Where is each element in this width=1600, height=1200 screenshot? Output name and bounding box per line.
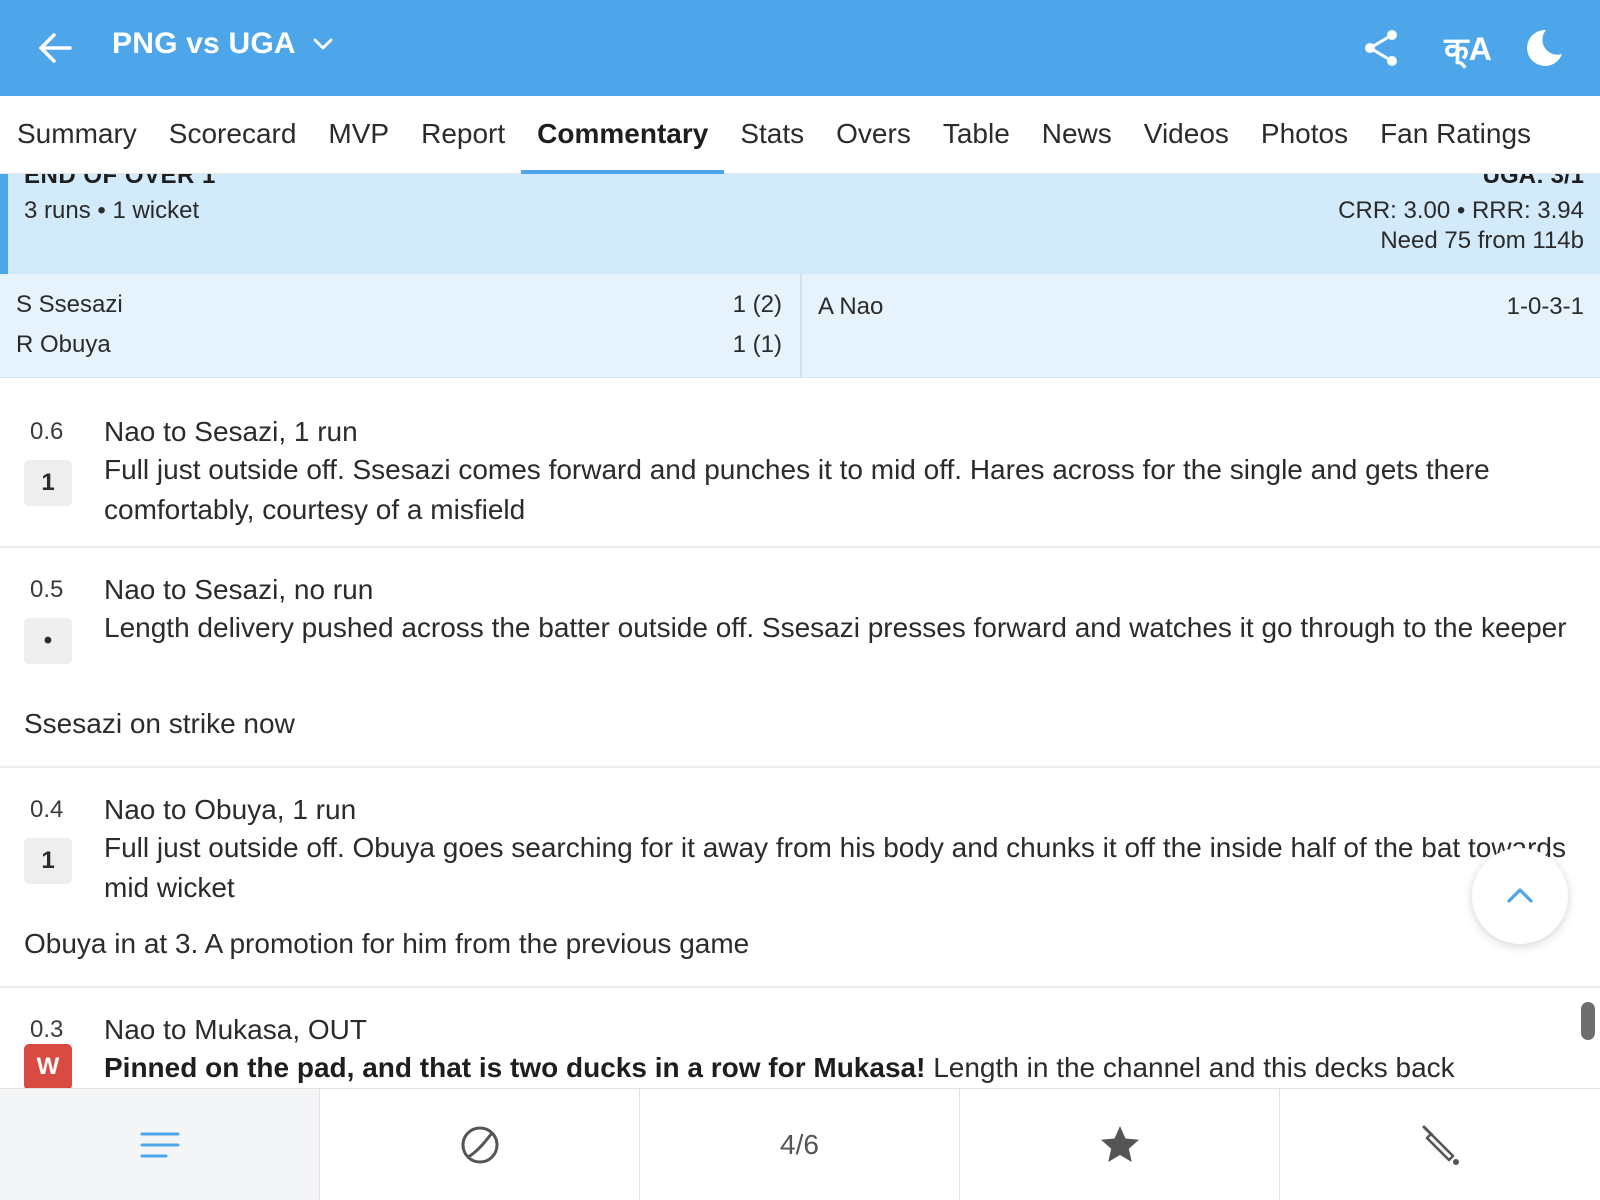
tab-scorecard[interactable]: Scorecard: [153, 96, 313, 174]
menu-button[interactable]: [0, 1089, 320, 1200]
target-need: Need 75 from 114b: [1380, 227, 1584, 254]
commentary-headline: Nao to Mukasa, OUT: [104, 1014, 367, 1045]
ball-result-badge: •: [24, 618, 72, 664]
tab-overs[interactable]: Overs: [820, 96, 927, 174]
scroll-to-top-button[interactable]: [1472, 848, 1568, 944]
bowler-name: A Nao: [818, 293, 884, 320]
tab-photos[interactable]: Photos: [1245, 96, 1364, 174]
scrollbar-thumb[interactable]: [1581, 1002, 1595, 1040]
commentary-text: Full just outside off. Obuya goes search…: [104, 832, 1567, 903]
batter-row: R Obuya 1 (1): [16, 330, 782, 370]
commentary-item: 0.6 1 Nao to Sesazi, 1 run Full just out…: [0, 378, 1600, 548]
tab-fan-ratings[interactable]: Fan Ratings: [1364, 96, 1547, 174]
bat-icon: [1422, 1125, 1459, 1165]
commentary-headline: Nao to Sesazi, no run: [104, 574, 374, 605]
end-of-over-title: END OF OVER 1: [24, 174, 216, 189]
wicket-badge: W: [24, 1044, 72, 1090]
match-selector[interactable]: PNG vs UGA: [112, 27, 336, 61]
commentary-item: 0.4 1 Nao to Obuya, 1 run Full just outs…: [0, 768, 1600, 988]
share-icon[interactable]: [1358, 24, 1406, 72]
batters-list: S Ssesazi 1 (2) R Obuya 1 (1): [0, 274, 802, 378]
tab-bar: Summary Scorecard MVP Report Commentary …: [0, 96, 1600, 174]
tab-table[interactable]: Table: [927, 96, 1026, 174]
moon-icon[interactable]: [1520, 24, 1568, 72]
ball-icon: [461, 1126, 498, 1164]
menu-icon: [140, 1132, 179, 1158]
favourite-button[interactable]: [960, 1089, 1280, 1200]
chevron-down-icon: [313, 38, 333, 50]
commentary-text: Full just outside off. Ssesazi comes for…: [104, 454, 1490, 525]
commentary-item: 0.3 W Nao to Mukasa, OUT Pinned on the p…: [0, 988, 1600, 1090]
language-icon[interactable]: क्A: [1438, 24, 1498, 72]
tab-videos[interactable]: Videos: [1128, 96, 1245, 174]
batter-score: 1 (2): [732, 291, 782, 318]
ball-result-badge: 1: [24, 460, 72, 506]
ball-button[interactable]: [320, 1089, 640, 1200]
commentary-note: Ssesazi on strike now: [24, 708, 295, 739]
team-score: UGA: 3/1: [1482, 174, 1584, 189]
commentary-text: Pinned on the pad, and that is two ducks…: [104, 1048, 1574, 1088]
commentary-text-rest: Length in the channel and this decks bac…: [925, 1052, 1455, 1083]
commentary-highlight: Pinned on the pad, and that is two ducks…: [104, 1052, 926, 1083]
page-indicator-label: 4/6: [780, 1129, 819, 1160]
top-app-bar: PNG vs UGA क्A: [0, 0, 1600, 96]
batter-name: S Ssesazi: [16, 291, 123, 318]
batter-name: R Obuya: [16, 331, 111, 358]
star-icon: [1100, 1126, 1139, 1162]
players-panel: S Ssesazi 1 (2) R Obuya 1 (1) A Nao 1-0-…: [0, 274, 1600, 378]
back-arrow-icon[interactable]: [34, 26, 78, 70]
bat-button[interactable]: [1280, 1089, 1600, 1200]
over-number: 0.3: [30, 1016, 64, 1043]
tab-stats[interactable]: Stats: [724, 96, 820, 174]
tab-mvp[interactable]: MVP: [312, 96, 405, 174]
end-of-over-banner: END OF OVER 1 3 runs • 1 wicket UGA: 3/1…: [0, 174, 1600, 274]
bowler-row: A Nao 1-0-3-1: [818, 292, 1584, 332]
over-number: 0.4: [30, 796, 64, 823]
run-rates: CRR: 3.00 • RRR: 3.94: [1338, 197, 1584, 224]
batter-score: 1 (1): [732, 331, 782, 358]
commentary-item: 0.5 • Nao to Sesazi, no run Length deliv…: [0, 548, 1600, 768]
commentary-note: Obuya in at 3. A promotion for him from …: [24, 928, 750, 959]
over-summary: 3 runs • 1 wicket: [24, 197, 200, 224]
ball-result-badge: 1: [24, 838, 72, 884]
commentary-headline: Nao to Obuya, 1 run: [104, 794, 357, 825]
tab-news[interactable]: News: [1026, 96, 1128, 174]
tab-summary[interactable]: Summary: [1, 96, 153, 174]
over-number: 0.5: [30, 576, 64, 603]
bottom-toolbar: 4/6: [0, 1088, 1600, 1200]
tab-report[interactable]: Report: [405, 96, 521, 174]
match-title: PNG vs UGA: [112, 27, 296, 60]
commentary-headline: Nao to Sesazi, 1 run: [104, 416, 358, 447]
page-indicator[interactable]: 4/6: [640, 1089, 960, 1200]
commentary-text: Length delivery pushed across the batter…: [104, 612, 1567, 643]
bowler-panel: A Nao 1-0-3-1: [802, 274, 1600, 377]
bowler-figures: 1-0-3-1: [1506, 293, 1584, 320]
over-number: 0.6: [30, 418, 64, 445]
batter-row: S Ssesazi 1 (2): [16, 290, 782, 330]
chevron-up-icon: [1507, 888, 1533, 903]
tab-commentary[interactable]: Commentary: [521, 96, 725, 174]
